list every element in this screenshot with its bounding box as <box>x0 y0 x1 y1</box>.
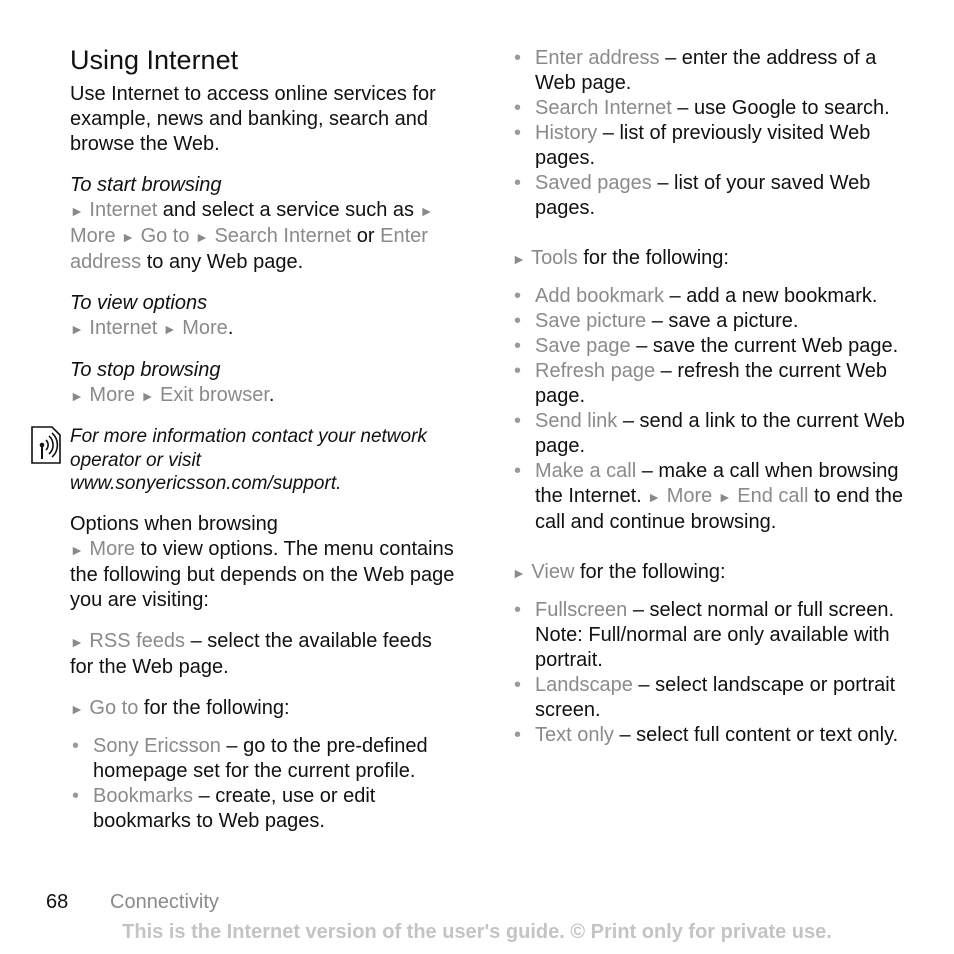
list-item: History – list of previously visited Web… <box>512 121 912 171</box>
list-item: Saved pages – list of your saved Web pag… <box>512 171 912 221</box>
list-item: Bookmarks – create, use or edit bookmark… <box>70 784 460 834</box>
arrow-icon: ► <box>195 229 209 245</box>
view-heading: To view options <box>70 292 208 314</box>
view-list: Fullscreen – select normal or full scree… <box>512 598 912 748</box>
list-item: Landscape – select landscape or portrait… <box>512 673 912 723</box>
arrow-icon: ► <box>419 203 434 219</box>
tools-option: ► Tools for the following: <box>512 247 729 269</box>
start-heading: To start browsing <box>70 174 222 196</box>
tools-list: Add bookmark – add a new bookmark. Save … <box>512 284 912 535</box>
arrow-icon: ► <box>647 489 662 505</box>
arrow-icon: ► <box>70 203 84 219</box>
arrow-icon: ► <box>140 388 155 404</box>
arrow-icon: ► <box>512 251 526 267</box>
list-item: Text only – select full content or text … <box>512 723 912 748</box>
list-item: Save picture – save a picture. <box>512 309 912 334</box>
intro-text: Use Internet to access online services f… <box>70 83 436 155</box>
info-note: For more information contact your networ… <box>31 425 460 496</box>
left-column: Using Internet Use Internet to access on… <box>31 44 460 834</box>
list-item: Make a call – make a call when browsing … <box>512 459 912 535</box>
page-number: 68 <box>46 891 69 913</box>
list-item: Add bookmark – add a new bookmark. <box>512 284 912 309</box>
network-info-icon <box>31 426 61 464</box>
copyright-notice: This is the Internet version of the user… <box>122 921 832 943</box>
arrow-icon: ► <box>70 700 84 717</box>
list-item: Sony Ericsson – go to the pre-defined ho… <box>70 734 460 784</box>
view-option: ► View for the following: <box>512 561 726 583</box>
note-text: For more information contact your networ… <box>70 426 427 494</box>
list-item: Fullscreen – select normal or full scree… <box>512 598 912 673</box>
goto-list-continued: Enter address – enter the address of a W… <box>512 46 912 221</box>
stop-instructions: ► More ► Exit browser. <box>70 384 275 406</box>
start-instructions: ► Internet and select a service such as … <box>70 199 434 273</box>
goto-list: Sony Ericsson – go to the pre-defined ho… <box>70 734 460 834</box>
arrow-icon: ► <box>162 321 177 337</box>
section-name: Connectivity <box>110 891 219 913</box>
view-instructions: ► Internet ► More. <box>70 317 234 339</box>
right-column: Enter address – enter the address of a W… <box>512 46 912 748</box>
arrow-icon: ► <box>70 541 84 558</box>
list-item: Save page – save the current Web page. <box>512 334 912 359</box>
arrow-icon: ► <box>70 388 84 404</box>
list-item: Search Internet – use Google to search. <box>512 96 912 121</box>
options-heading: Options when browsing <box>70 512 278 535</box>
arrow-icon: ► <box>717 489 732 505</box>
page-title: Using Internet <box>70 45 239 75</box>
list-item: Enter address – enter the address of a W… <box>512 46 912 96</box>
arrow-icon: ► <box>70 633 84 650</box>
rss-option: ► RSS feeds – select the available feeds… <box>70 629 432 678</box>
list-item: Refresh page – refresh the current Web p… <box>512 359 912 409</box>
arrow-icon: ► <box>512 565 526 581</box>
goto-option: ► Go to for the following: <box>70 696 290 719</box>
list-item: Send link – send a link to the current W… <box>512 409 912 459</box>
stop-heading: To stop browsing <box>70 359 221 381</box>
arrow-icon: ► <box>70 321 84 337</box>
options-intro: ► More to view options. The menu contain… <box>70 537 455 611</box>
arrow-icon: ► <box>121 229 135 245</box>
